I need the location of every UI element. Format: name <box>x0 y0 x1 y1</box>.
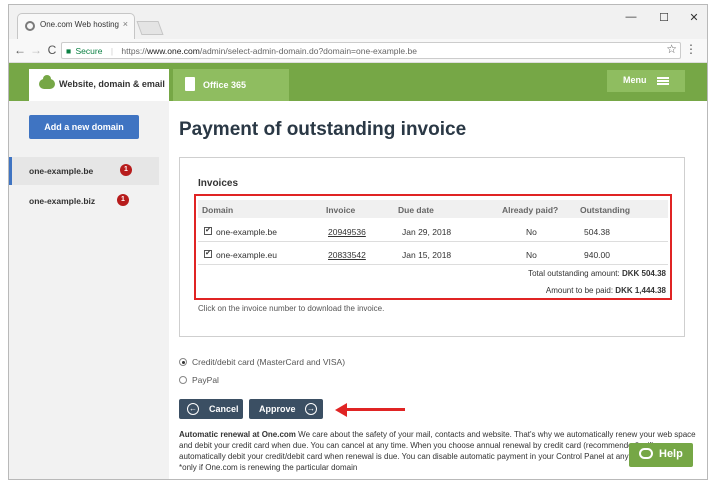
page-title: Payment of outstanding invoice <box>179 119 467 140</box>
invoice-checkbox[interactable]: ✔ <box>204 250 212 258</box>
url-separator: | <box>110 46 114 56</box>
approve-label: Approve <box>259 404 296 414</box>
sidebar: Add a new domain one-example.be 1 one-ex… <box>9 101 169 479</box>
browser-menu-icon[interactable]: ⋮ <box>685 42 697 56</box>
forward-button[interactable]: → <box>29 43 43 57</box>
amount-to-pay: Amount to be paid: DKK 1,444.38 <box>546 286 666 295</box>
favicon-icon <box>25 21 35 31</box>
invoice-table: Domain Invoice Due date Already paid? Ou… <box>194 194 672 300</box>
row-paid: No <box>526 250 537 260</box>
hamburger-icon <box>657 77 669 85</box>
tab-office-label: Office 365 <box>203 80 247 90</box>
secure-label: Secure <box>75 46 103 56</box>
column-header: Invoice <box>326 205 356 215</box>
invoice-checkbox[interactable]: ✔ <box>204 227 212 235</box>
payment-option-card[interactable]: Credit/debit card (MasterCard and VISA) <box>179 357 345 367</box>
notification-badge: 1 <box>120 164 132 176</box>
sidebar-item-one-example-be[interactable]: one-example.be 1 <box>9 157 159 185</box>
url-path: /admin/select-admin-domain.do?domain=one… <box>199 46 417 56</box>
renewal-info: Automatic renewal at One.com We care abo… <box>179 429 699 473</box>
maximize-button[interactable]: ☐ <box>654 11 674 24</box>
download-note: Click on the invoice number to download … <box>198 304 385 313</box>
help-label: Help <box>659 448 683 460</box>
pay-value: DKK 1,444.38 <box>615 286 666 295</box>
payment-option-paypal[interactable]: PayPal <box>179 375 219 385</box>
sidebar-item-label: one-example.be <box>29 166 94 176</box>
arrow-left-icon: ← <box>187 403 199 415</box>
row-paid: No <box>526 227 537 237</box>
browser-window: One.com Web hosting × — ☐ ✕ ← → C ■ Secu… <box>8 4 708 480</box>
red-pointer-arrow-icon <box>335 403 405 417</box>
invoice-link[interactable]: 20949536 <box>328 227 366 237</box>
cancel-label: Cancel <box>209 404 239 414</box>
bookmark-star-icon[interactable]: ☆ <box>666 42 677 56</box>
renewal-heading: Automatic renewal at One.com <box>179 430 296 439</box>
tab-close-icon[interactable]: × <box>123 19 128 29</box>
tab-title: One.com Web hosting <box>40 20 120 29</box>
row-due-date: Jan 29, 2018 <box>402 227 452 237</box>
top-navigation: Website, domain & email Office 365 Menu <box>9 63 707 101</box>
add-domain-button[interactable]: Add a new domain <box>29 115 139 139</box>
row-due-date: Jan 15, 2018 <box>402 250 452 260</box>
radio-icon[interactable] <box>179 376 187 384</box>
url-scheme: https:// <box>121 46 147 56</box>
close-window-button[interactable]: ✕ <box>684 11 704 24</box>
row-domain: one-example.eu <box>216 250 277 260</box>
row-domain: one-example.be <box>216 227 277 237</box>
help-chat-button[interactable]: Help <box>629 443 693 467</box>
url-host: www.one.com <box>146 46 200 56</box>
column-header: Already paid? <box>502 205 559 215</box>
minimize-button[interactable]: — <box>621 11 641 23</box>
arrow-right-icon: → <box>305 403 317 415</box>
approve-button[interactable]: Approve → <box>249 399 323 419</box>
radio-selected-icon[interactable] <box>179 358 187 366</box>
new-tab-button[interactable] <box>136 21 164 35</box>
tab-website-domain-email[interactable]: Website, domain & email <box>29 69 169 101</box>
total-label: Total outstanding amount: <box>528 269 620 278</box>
cloud-icon <box>39 75 55 89</box>
row-outstanding: 940.00 <box>584 250 610 260</box>
title-bar: One.com Web hosting × — ☐ ✕ <box>9 5 707 39</box>
address-bar: ← → C ■ Secure | https://www.one.com/adm… <box>9 39 707 63</box>
renewal-footnote: *only if One.com is renewing the particu… <box>179 463 358 472</box>
pay-label: Amount to be paid: <box>545 286 614 295</box>
menu-button[interactable]: Menu <box>607 70 685 92</box>
table-row: ✔ one-example.be 20949536 Jan 29, 2018 N… <box>198 220 668 242</box>
sidebar-item-one-example-biz[interactable]: one-example.biz 1 <box>9 187 159 215</box>
column-header: Outstanding <box>580 205 631 215</box>
table-row: ✔ one-example.eu 20833542 Jan 15, 2018 N… <box>198 243 668 265</box>
menu-label: Menu <box>623 75 647 85</box>
notification-badge: 1 <box>117 194 129 206</box>
table-header: Domain Invoice Due date Already paid? Ou… <box>198 200 668 218</box>
back-button[interactable]: ← <box>13 43 27 57</box>
cancel-button[interactable]: ← Cancel <box>179 399 243 419</box>
url-field[interactable]: ■ Secure | https://www.one.com/admin/sel… <box>61 42 681 59</box>
tab-website-label: Website, domain & email <box>59 79 165 89</box>
row-outstanding: 504.38 <box>584 227 610 237</box>
tab-office-365[interactable]: Office 365 <box>173 69 289 101</box>
office-icon <box>185 77 195 91</box>
payment-option-label: Credit/debit card (MasterCard and VISA) <box>192 357 346 367</box>
total-outstanding: Total outstanding amount: DKK 504.38 <box>528 269 666 278</box>
column-header: Domain <box>202 205 234 215</box>
page-content: Website, domain & email Office 365 Menu … <box>9 63 707 479</box>
chat-bubble-icon <box>639 448 653 459</box>
invoice-panel: Invoices Domain Invoice Due date Already… <box>179 157 685 337</box>
lock-icon: ■ <box>66 46 72 56</box>
invoice-link[interactable]: 20833542 <box>328 250 366 260</box>
sidebar-item-label: one-example.biz <box>29 196 96 206</box>
column-header: Due date <box>398 205 434 215</box>
total-value: DKK 504.38 <box>621 269 666 278</box>
reload-button[interactable]: C <box>45 43 59 57</box>
payment-option-label: PayPal <box>192 375 219 385</box>
browser-tab[interactable]: One.com Web hosting × <box>17 13 135 39</box>
invoices-heading: Invoices <box>198 178 239 189</box>
